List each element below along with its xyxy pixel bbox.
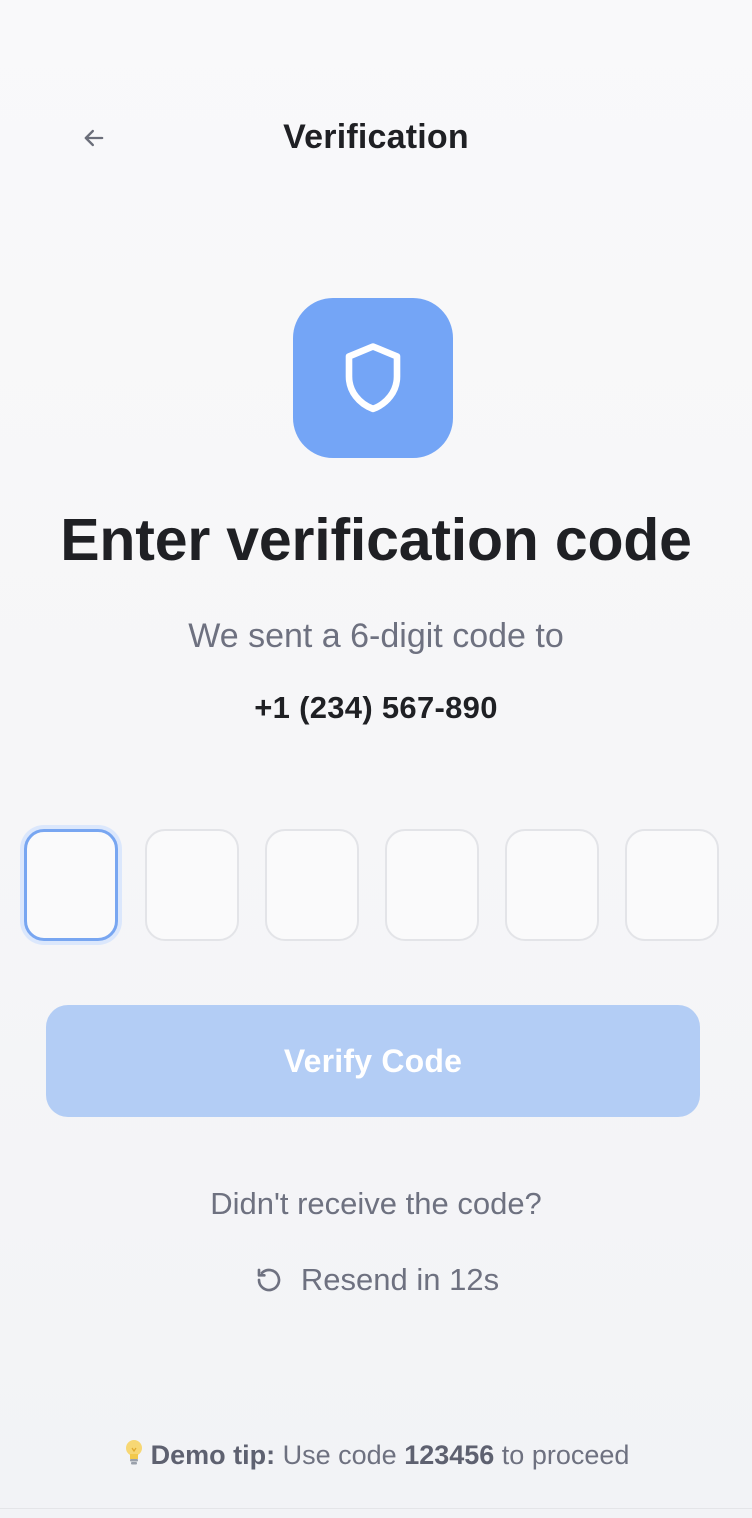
otp-digit-6[interactable]	[625, 829, 719, 941]
verification-screen: Verification Enter verification code We …	[0, 0, 752, 1518]
lightbulb-icon	[125, 1440, 142, 1465]
shield-icon	[345, 343, 401, 413]
otp-digit-3[interactable]	[265, 829, 359, 941]
main-heading: Enter verification code	[60, 507, 692, 573]
otp-input-group	[24, 829, 722, 941]
bottom-divider	[0, 1508, 752, 1509]
otp-digit-1[interactable]	[24, 829, 118, 941]
demo-tip-text-before: Use code	[275, 1440, 405, 1470]
demo-tip-label: Demo tip:	[150, 1440, 276, 1470]
resend-button[interactable]: Resend in 12s	[0, 1262, 752, 1298]
demo-tip-text-after: to proceed	[494, 1440, 630, 1470]
otp-digit-5[interactable]	[505, 829, 599, 941]
otp-digit-4[interactable]	[385, 829, 479, 941]
otp-digit-2[interactable]	[145, 829, 239, 941]
refresh-icon	[253, 1264, 285, 1296]
instruction-text: We sent a 6-digit code to	[188, 617, 564, 655]
verify-code-button[interactable]: Verify Code	[46, 1005, 700, 1117]
demo-code: 123456	[404, 1440, 495, 1470]
resend-prompt: Didn't receive the code?	[210, 1186, 542, 1221]
demo-tip: Demo tip: Use code 123456 to proceed	[0, 1438, 752, 1471]
page-title: Verification	[283, 118, 469, 156]
phone-number: +1 (234) 567-890	[254, 690, 498, 725]
shield-tile	[293, 298, 453, 458]
resend-label: Resend in 12s	[300, 1262, 500, 1297]
header: Verification	[0, 100, 752, 176]
